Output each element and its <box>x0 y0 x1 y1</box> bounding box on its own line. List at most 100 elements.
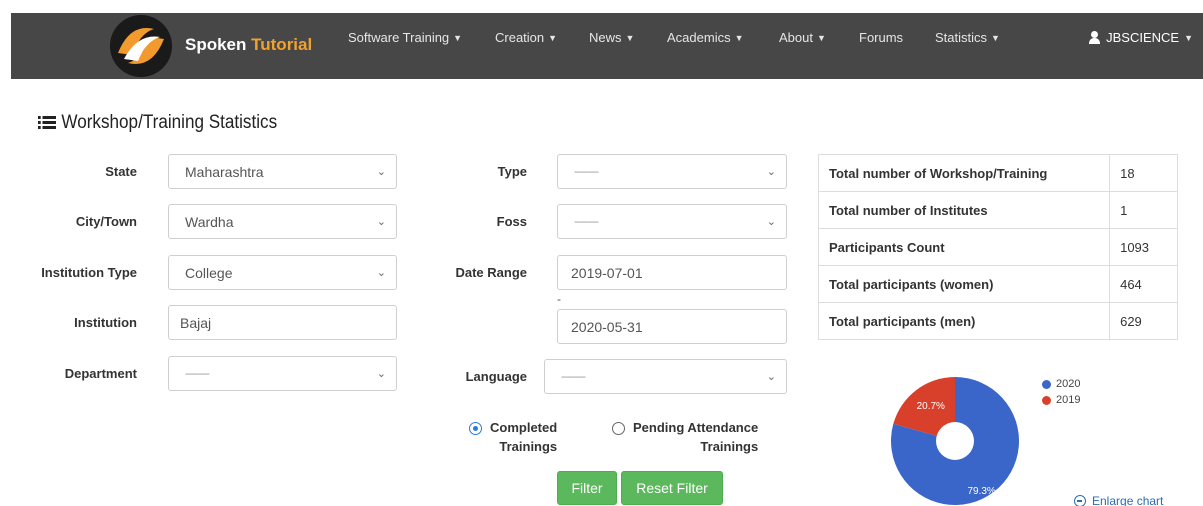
chevron-down-icon: ⌄ <box>376 267 386 279</box>
date-to-input[interactable]: 2020-05-31 <box>557 309 787 344</box>
chart-legend: 2020 2019 <box>1042 376 1080 408</box>
legend-item-2020[interactable]: 2020 <box>1042 376 1080 392</box>
chevron-down-icon: ⌄ <box>766 371 776 383</box>
legend-dot-icon <box>1042 379 1051 389</box>
caret-down-icon: ▼ <box>548 32 558 43</box>
radio-pending-attendance[interactable]: Pending Attendance Trainings <box>612 418 758 456</box>
table-row: Total participants (women) 464 <box>817 265 1178 303</box>
date-range-label: Date Range <box>455 265 527 280</box>
filter-button[interactable]: Filter <box>557 471 617 505</box>
caret-down-icon: ▼ <box>453 32 463 43</box>
radio-pending-line1: Pending Attendance <box>633 420 759 435</box>
institution-type-select[interactable]: College ⌄ <box>168 255 397 290</box>
type-value: --------- <box>574 165 599 178</box>
caret-down-icon: ▼ <box>816 32 826 43</box>
page-title: Workshop/Training Statistics <box>38 112 277 134</box>
radio-checked-icon <box>469 422 482 435</box>
foss-select[interactable]: --------- ⌄ <box>557 204 787 239</box>
caret-down-icon: ▼ <box>734 32 744 43</box>
table-row: Participants Count 1093 <box>817 228 1178 266</box>
chevron-down-icon: ⌄ <box>766 216 776 228</box>
spoken-tutorial-logo[interactable] <box>110 15 172 77</box>
nav-forums[interactable]: Forums <box>859 30 903 45</box>
top-navbar: Spoken Tutorial Software Training ▼ Crea… <box>11 13 1203 79</box>
brand-second: Tutorial <box>251 35 313 54</box>
nav-label: Software Training <box>348 30 450 45</box>
brand-name[interactable]: Spoken Tutorial <box>185 35 312 55</box>
stat-label: Participants Count <box>817 228 1111 266</box>
nav-label: About <box>779 30 813 45</box>
stat-label: Total number of Institutes <box>817 191 1111 229</box>
pie-data-label: 20.7% <box>917 401 945 412</box>
table-row: Total number of Institutes 1 <box>817 191 1178 229</box>
language-select[interactable]: --------- ⌄ <box>544 359 787 394</box>
list-icon <box>38 116 56 130</box>
nav-software-training[interactable]: Software Training ▼ <box>348 30 462 45</box>
city-value: Wardha <box>185 213 234 230</box>
radio-completed-label: Completed Trainings <box>490 418 557 456</box>
department-value: --------- <box>185 367 210 380</box>
user-menu[interactable]: JBSCIENCE ▼ <box>1088 30 1193 45</box>
chevron-down-icon: ⌄ <box>376 166 386 178</box>
nav-creation[interactable]: Creation ▼ <box>495 30 557 45</box>
nav-news[interactable]: News ▼ <box>589 30 634 45</box>
stat-value: 1093 <box>1109 228 1178 266</box>
caret-down-icon: ▼ <box>1184 32 1193 43</box>
legend-item-2019[interactable]: 2019 <box>1042 392 1080 408</box>
date-from-value: 2019-07-01 <box>571 264 643 281</box>
nav-academics[interactable]: Academics ▼ <box>667 30 744 45</box>
state-label: State <box>105 164 137 179</box>
department-label: Department <box>64 366 137 381</box>
type-select[interactable]: --------- ⌄ <box>557 154 787 189</box>
department-select[interactable]: --------- ⌄ <box>168 356 397 391</box>
stat-label: Total participants (men) <box>817 302 1111 340</box>
stat-label: Total participants (women) <box>817 265 1111 303</box>
nav-label: Creation <box>495 30 545 45</box>
participants-pie-chart: 20.7% 79.3% <box>880 366 1030 506</box>
city-label: City/Town <box>75 214 137 229</box>
institution-input[interactable]: Bajaj <box>168 305 397 340</box>
radio-completed-trainings[interactable]: Completed Trainings <box>469 418 557 456</box>
nav-about[interactable]: About ▼ <box>779 30 826 45</box>
zoom-out-icon <box>1074 495 1086 506</box>
legend-label: 2019 <box>1056 394 1081 406</box>
user-icon <box>1088 31 1101 44</box>
stat-value: 629 <box>1109 302 1178 340</box>
date-range-separator: - <box>557 292 561 306</box>
radio-pending-line2: Trainings <box>700 439 759 454</box>
institution-value: Bajaj <box>180 314 212 331</box>
page-title-text: Workshop/Training Statistics <box>61 112 278 133</box>
foss-label: Foss <box>496 214 527 229</box>
type-label: Type <box>497 164 527 179</box>
stat-label: Total number of Workshop/Training <box>817 154 1111 192</box>
radio-pending-label: Pending Attendance Trainings <box>633 418 758 456</box>
donut-hole <box>936 422 974 460</box>
stat-value: 18 <box>1109 154 1178 192</box>
state-select[interactable]: Maharashtra ⌄ <box>168 154 397 189</box>
city-select[interactable]: Wardha ⌄ <box>168 204 397 239</box>
pie-svg: 20.7% 79.3% <box>891 377 1019 505</box>
chevron-down-icon: ⌄ <box>376 368 386 380</box>
institution-label: Institution <box>74 315 137 330</box>
chevron-down-icon: ⌄ <box>766 166 776 178</box>
foss-value: --------- <box>574 215 599 228</box>
chevron-down-icon: ⌄ <box>376 216 386 228</box>
table-row: Total number of Workshop/Training 18 <box>817 154 1178 192</box>
stat-value: 464 <box>1109 265 1178 303</box>
table-row: Total participants (men) 629 <box>817 302 1178 340</box>
nav-label: Statistics <box>935 30 988 45</box>
nav-label: Forums <box>859 30 904 45</box>
nav-statistics[interactable]: Statistics ▼ <box>935 30 1000 45</box>
nav-label: Academics <box>667 30 731 45</box>
pie-data-label: 79.3% <box>967 486 995 497</box>
legend-dot-icon <box>1042 395 1051 405</box>
brand-first: Spoken <box>185 35 247 54</box>
stat-value: 1 <box>1109 191 1178 229</box>
date-from-input[interactable]: 2019-07-01 <box>557 255 787 290</box>
date-to-value: 2020-05-31 <box>571 318 643 335</box>
caret-down-icon: ▼ <box>625 32 635 43</box>
reset-filter-button[interactable]: Reset Filter <box>621 471 723 505</box>
radio-completed-line1: Completed <box>490 420 558 435</box>
enlarge-chart-link[interactable]: Enlarge chart <box>1074 494 1163 506</box>
institution-type-value: College <box>185 264 233 281</box>
